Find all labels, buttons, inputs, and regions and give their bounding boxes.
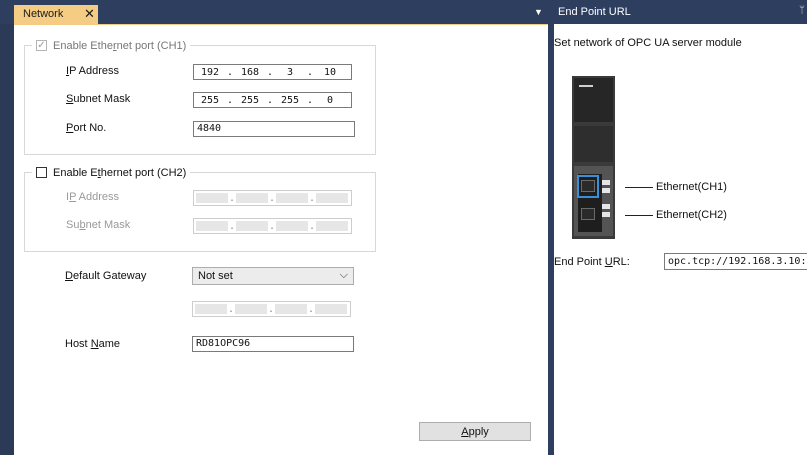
end-point-url-label: End Point URL:: [554, 256, 630, 268]
tab-list-dropdown-icon[interactable]: ▼: [534, 7, 543, 17]
ch1-leader-line: [625, 187, 653, 188]
end-point-url-panel: Set network of OPC UA server module Ethe…: [554, 24, 807, 455]
default-gateway-select[interactable]: Not set ⌵: [192, 267, 354, 285]
opc-ua-module-illustration: [572, 76, 615, 239]
ethernet-ch1-group: ✓ Enable Ethernet port (CH1) IP Address …: [24, 38, 376, 155]
ethernet-port-ch2-icon: [581, 208, 595, 220]
ip-address-label: IP Address: [66, 65, 120, 77]
ch2-subnet-mask-input[interactable]: ...: [193, 218, 352, 234]
enable-ch1-checkbox[interactable]: ✓: [36, 40, 47, 51]
enable-ch1-checkbox-row[interactable]: ✓ Enable Ethernet port (CH1): [32, 38, 191, 53]
chevron-down-icon: ⌵: [339, 269, 348, 281]
network-settings-panel: ✓ Enable Ethernet port (CH1) IP Address …: [14, 24, 548, 455]
port-highlight-frame: [577, 175, 599, 198]
pin-icon[interactable]: ᛘ: [799, 5, 805, 16]
subnet-mask-label: Subnet Mask: [66, 93, 131, 105]
default-gateway-value: Not set: [198, 270, 233, 282]
default-gateway-label: Default Gateway: [65, 270, 147, 282]
host-name-input[interactable]: RD81OPC96: [192, 336, 354, 352]
ethernet-ch2-group: Enable Ethernet port (CH2) IP Address ..…: [24, 165, 376, 252]
default-gateway-address-input[interactable]: ...: [192, 301, 351, 317]
ch2-ip-address-label: IP Address: [66, 191, 120, 203]
host-name-label: Host Name: [65, 338, 121, 350]
enable-ch1-label: Enable Ethernet port (CH1): [53, 39, 187, 52]
close-icon[interactable]: ✕: [84, 7, 95, 21]
ch2-leader-line: [625, 215, 653, 216]
tab-network-label: Network: [23, 8, 64, 20]
enable-ch2-checkbox-row[interactable]: Enable Ethernet port (CH2): [32, 165, 191, 180]
panel-description: Set network of OPC UA server module: [554, 37, 742, 49]
port-no-label: Port No.: [66, 122, 107, 134]
ethernet-ch2-label: Ethernet(CH2): [656, 209, 727, 221]
apply-button[interactable]: Apply: [419, 422, 531, 441]
port-no-input[interactable]: 4840: [193, 121, 355, 137]
enable-ch2-checkbox[interactable]: [36, 167, 47, 178]
ch1-subnet-mask-input[interactable]: 255. 255. 255. 0: [193, 92, 352, 108]
ethernet-ch1-label: Ethernet(CH1): [656, 181, 727, 193]
ch2-subnet-mask-label: Subnet Mask: [66, 219, 131, 231]
end-point-url-panel-title: End Point URL ᛘ: [554, 0, 807, 24]
end-point-url-field[interactable]: opc.tcp://192.168.3.10:4840: [664, 253, 807, 270]
enable-ch2-label: Enable Ethernet port (CH2): [53, 166, 187, 179]
tab-network[interactable]: Network ✕: [14, 5, 98, 24]
document-tab-strip: Network ✕ ▼: [0, 0, 548, 24]
ch2-ip-address-input[interactable]: ...: [193, 190, 352, 206]
ch1-ip-address-input[interactable]: 192. 168. 3. 10: [193, 64, 352, 80]
